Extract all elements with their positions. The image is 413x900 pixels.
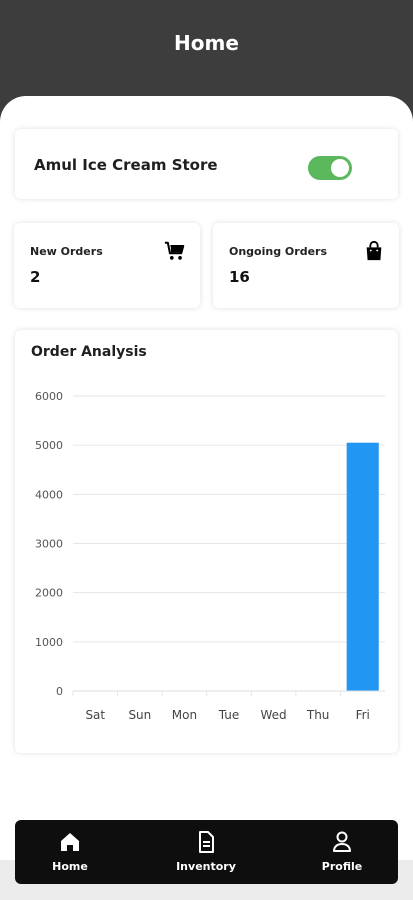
order-analysis-card: Order Analysis 0 1000 2000 3000 4000 5000 6000… [15, 330, 398, 753]
y-tick-label: 5000 [35, 439, 63, 452]
y-tick-label: 1000 [35, 636, 63, 649]
store-card: Amul Ice Cream Store [15, 129, 398, 199]
order-analysis-chart: 0 1000 2000 3000 4000 5000 6000 Sat Sun Mon Tue Wed… [35, 390, 385, 722]
nav-profile[interactable]: Profile [297, 830, 387, 878]
nav-home-label: Home [52, 860, 88, 873]
store-name: Amul Ice Cream Store [34, 156, 218, 174]
home-icon [61, 833, 79, 851]
new-orders-count: 2 [30, 268, 41, 286]
bar-fri[interactable] [346, 442, 379, 691]
toggle-knob [331, 159, 349, 177]
new-orders-label: New Orders [30, 245, 103, 258]
nav-inventory[interactable]: Inventory [161, 830, 251, 878]
y-tick-label: 0 [56, 685, 63, 698]
x-tick-label: Wed [260, 708, 286, 722]
shopping-bag-icon [366, 240, 382, 261]
x-tick-label: Sun [128, 708, 151, 722]
y-tick-label: 6000 [35, 390, 63, 403]
y-tick-label: 3000 [35, 538, 63, 551]
document-icon [199, 831, 214, 853]
x-tick-label: Thu [306, 708, 330, 722]
app-header: Home [0, 0, 413, 100]
x-tick-label: Sat [85, 708, 105, 722]
x-tick-label: Fri [356, 708, 370, 722]
y-tick-label: 4000 [35, 488, 63, 501]
page-title: Home [174, 31, 239, 55]
nav-inventory-label: Inventory [176, 860, 236, 873]
x-tick-label: Mon [172, 708, 197, 722]
cart-icon [164, 241, 185, 260]
ongoing-orders-label: Ongoing Orders [229, 245, 328, 258]
x-tick-label: Tue [218, 708, 240, 722]
profile-icon [333, 831, 351, 852]
ongoing-orders-count: 16 [229, 268, 250, 286]
nav-home[interactable]: Home [25, 830, 115, 878]
y-tick-label: 2000 [35, 587, 63, 600]
ongoing-orders-card[interactable]: Ongoing Orders 16 [213, 223, 399, 308]
nav-profile-label: Profile [321, 860, 363, 873]
new-orders-card[interactable]: New Orders 2 [14, 223, 200, 308]
bottom-nav: Home Inventory Profile [15, 820, 398, 884]
store-open-toggle[interactable] [308, 156, 352, 180]
